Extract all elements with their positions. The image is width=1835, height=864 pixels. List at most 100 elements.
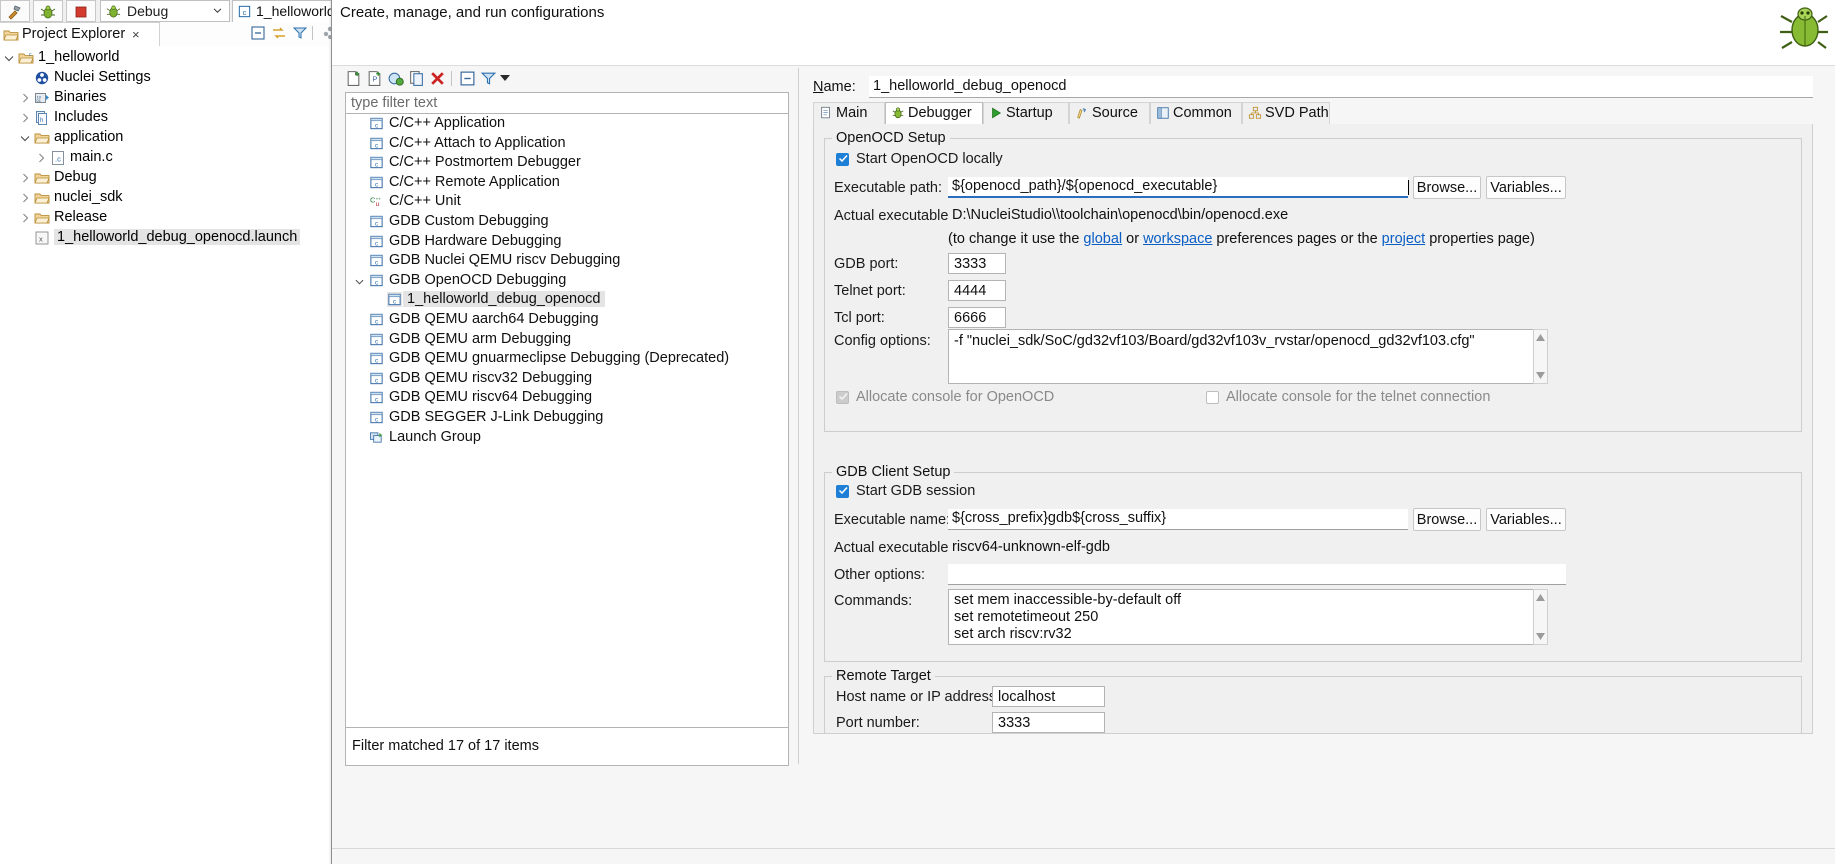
launch-config-tab[interactable]: c 1_helloworld [232, 0, 342, 22]
config-options-scrollbar[interactable] [1533, 329, 1548, 384]
new-prototype-icon[interactable]: P [366, 70, 383, 87]
openocd-browse-button[interactable]: Browse... [1413, 176, 1481, 199]
tree-item[interactable]: x 1_helloworld_debug_openocd.launch [0, 228, 330, 248]
configuration-list-item[interactable]: c GDB Nuclei QEMU riscv Debugging [346, 251, 788, 271]
tree-item[interactable]: Nuclei Settings [0, 68, 330, 88]
chevron-right-icon[interactable] [20, 113, 30, 123]
gdb-port-input[interactable]: 3333 [948, 253, 1006, 274]
tree-item[interactable]: h Includes [0, 108, 330, 128]
configuration-list-item[interactable]: c GDB QEMU aarch64 Debugging [346, 310, 788, 330]
delete-icon[interactable] [429, 70, 446, 87]
telnet-port-input[interactable]: 4444 [948, 280, 1006, 301]
launch-mode-combo[interactable]: Debug [100, 0, 230, 22]
configuration-list-item[interactable]: c C/C++ Attach to Application [346, 134, 788, 154]
chevron-down-icon[interactable] [500, 75, 510, 82]
configuration-list-item[interactable]: c GDB QEMU arm Debugging [346, 330, 788, 350]
close-icon[interactable]: × [132, 27, 140, 42]
debug-button[interactable] [33, 0, 63, 22]
gdb-commands-scrollbar[interactable] [1533, 589, 1548, 645]
tab-startup[interactable]: Startup [983, 102, 1069, 124]
configurations-list[interactable]: c C/C++ Application c C/C++ Attach to Appli… [345, 114, 789, 728]
configuration-list-item[interactable]: c C/C++ Application [346, 114, 788, 134]
configuration-list-item[interactable]: c GDB Custom Debugging [346, 212, 788, 232]
link-with-editor-icon[interactable] [271, 25, 287, 41]
config-name-input[interactable]: 1_helloworld_debug_openocd [869, 76, 1813, 98]
configuration-list-item[interactable]: c GDB OpenOCD Debugging [346, 271, 788, 291]
tab-project-explorer[interactable]: Project Explorer × [0, 22, 160, 46]
workspace-preferences-link[interactable]: workspace [1143, 231, 1212, 247]
tree-item[interactable]: .c main.c [0, 148, 330, 168]
view-menu-filter-icon[interactable] [292, 25, 308, 41]
configuration-list-item-label: GDB SEGGER J-Link Debugging [389, 408, 604, 425]
chevron-right-icon[interactable] [20, 173, 30, 183]
configuration-list-item[interactable]: c C/C++ Remote Application [346, 173, 788, 193]
collapse-all-icon[interactable] [250, 25, 266, 41]
scroll-up-icon[interactable] [1536, 334, 1545, 341]
configuration-list-item[interactable]: c GDB QEMU riscv32 Debugging [346, 369, 788, 389]
executable-path-input[interactable]: ${openocd_path}/${openocd_executable} [948, 177, 1409, 198]
chevron-right-icon[interactable] [20, 193, 30, 203]
allocate-console-telnet-checkbox[interactable]: Allocate console for the telnet connecti… [1206, 389, 1490, 408]
config-tabs[interactable]: Main Debugger Startup Source Common SVD Path [813, 102, 1813, 125]
cunit-icon: C ++u [370, 196, 381, 209]
chevron-down-icon[interactable] [20, 133, 30, 143]
tab-common[interactable]: Common [1150, 102, 1242, 124]
port-number-input[interactable]: 3333 [992, 712, 1105, 733]
gdb-browse-button[interactable]: Browse... [1413, 508, 1481, 531]
configuration-list-item[interactable]: c C/C++ Postmortem Debugger [346, 153, 788, 173]
tree-item[interactable]: c 1_helloworld [0, 48, 330, 68]
chevron-right-icon[interactable] [36, 153, 46, 163]
tree-item[interactable]: 10 01 Binaries [0, 88, 330, 108]
configuration-list-item-label: GDB Hardware Debugging [389, 232, 562, 249]
collapse-all-icon[interactable] [459, 70, 476, 87]
new-config-icon[interactable] [345, 70, 362, 87]
configuration-list-item[interactable]: c GDB QEMU gnuarmeclipse Debugging (Depre… [346, 349, 788, 369]
gdb-executable-name-input[interactable]: ${cross_prefix}gdb${cross_suffix} [948, 509, 1408, 530]
export-icon[interactable] [387, 70, 404, 87]
configuration-list-item[interactable]: Launch Group [346, 428, 788, 448]
global-preferences-link[interactable]: global [1083, 231, 1122, 247]
chevron-right-icon[interactable] [20, 93, 30, 103]
duplicate-icon[interactable] [408, 70, 425, 87]
start-gdb-session-checkbox[interactable]: Start GDB session [836, 483, 975, 502]
svg-text:01: 01 [37, 98, 42, 103]
scroll-up-icon[interactable] [1536, 594, 1545, 601]
chevron-down-icon[interactable] [355, 277, 364, 286]
configuration-list-item-label: GDB QEMU arm Debugging [389, 330, 572, 347]
tcl-port-input[interactable]: 6666 [948, 307, 1006, 328]
filter-input[interactable]: type filter text [345, 92, 789, 114]
gdb-other-options-input[interactable] [948, 564, 1566, 585]
allocate-console-openocd-checkbox[interactable]: Allocate console for OpenOCD [836, 389, 1054, 408]
gdb-port-value: 3333 [954, 256, 987, 272]
configuration-list-item[interactable]: c 1_helloworld_debug_openocd [346, 290, 788, 310]
source-icon [1077, 108, 1086, 119]
configuration-list-item[interactable]: C ++ u C/C++ Unit [346, 192, 788, 212]
start-openocd-locally-checkbox[interactable]: Start OpenOCD locally [836, 151, 1003, 170]
tree-item[interactable]: Release [0, 208, 330, 228]
configuration-list-item[interactable]: c GDB Hardware Debugging [346, 232, 788, 252]
chevron-down-icon[interactable] [4, 53, 14, 63]
host-name-input[interactable]: localhost [992, 686, 1105, 707]
chevron-right-icon[interactable] [20, 213, 30, 223]
scroll-down-icon[interactable] [1536, 372, 1545, 379]
tree-item[interactable]: Debug [0, 168, 330, 188]
tree-item[interactable]: nuclei_sdk [0, 188, 330, 208]
tab-main[interactable]: Main [813, 102, 885, 124]
configuration-list-item[interactable]: c GDB QEMU riscv64 Debugging [346, 388, 788, 408]
scroll-down-icon[interactable] [1536, 633, 1545, 640]
config-options-textarea[interactable]: -f "nuclei_sdk/SoC/gd32vf103/Board/gd32v… [948, 329, 1548, 384]
project-properties-link[interactable]: project [1382, 231, 1426, 247]
tab-svd-path[interactable]: SVD Path [1242, 102, 1330, 124]
configuration-list-item-label: C/C++ Postmortem Debugger [389, 154, 581, 171]
build-button[interactable] [0, 0, 30, 22]
gdb-variables-button[interactable]: Variables... [1486, 508, 1566, 531]
tree-item[interactable]: application [0, 128, 330, 148]
tab-source[interactable]: Source [1069, 102, 1150, 124]
terminate-button[interactable] [66, 0, 96, 22]
configuration-list-item[interactable]: c GDB SEGGER J-Link Debugging [346, 408, 788, 428]
gdb-commands-textarea[interactable]: set mem inaccessible-by-default off set … [948, 589, 1548, 645]
filter-icon[interactable] [480, 70, 497, 87]
openocd-variables-button[interactable]: Variables... [1486, 176, 1566, 199]
project-tree[interactable]: c 1_helloworld Nuclei Settings 10 01 Binaries… [0, 48, 330, 248]
tab-debugger[interactable]: Debugger [885, 102, 983, 124]
